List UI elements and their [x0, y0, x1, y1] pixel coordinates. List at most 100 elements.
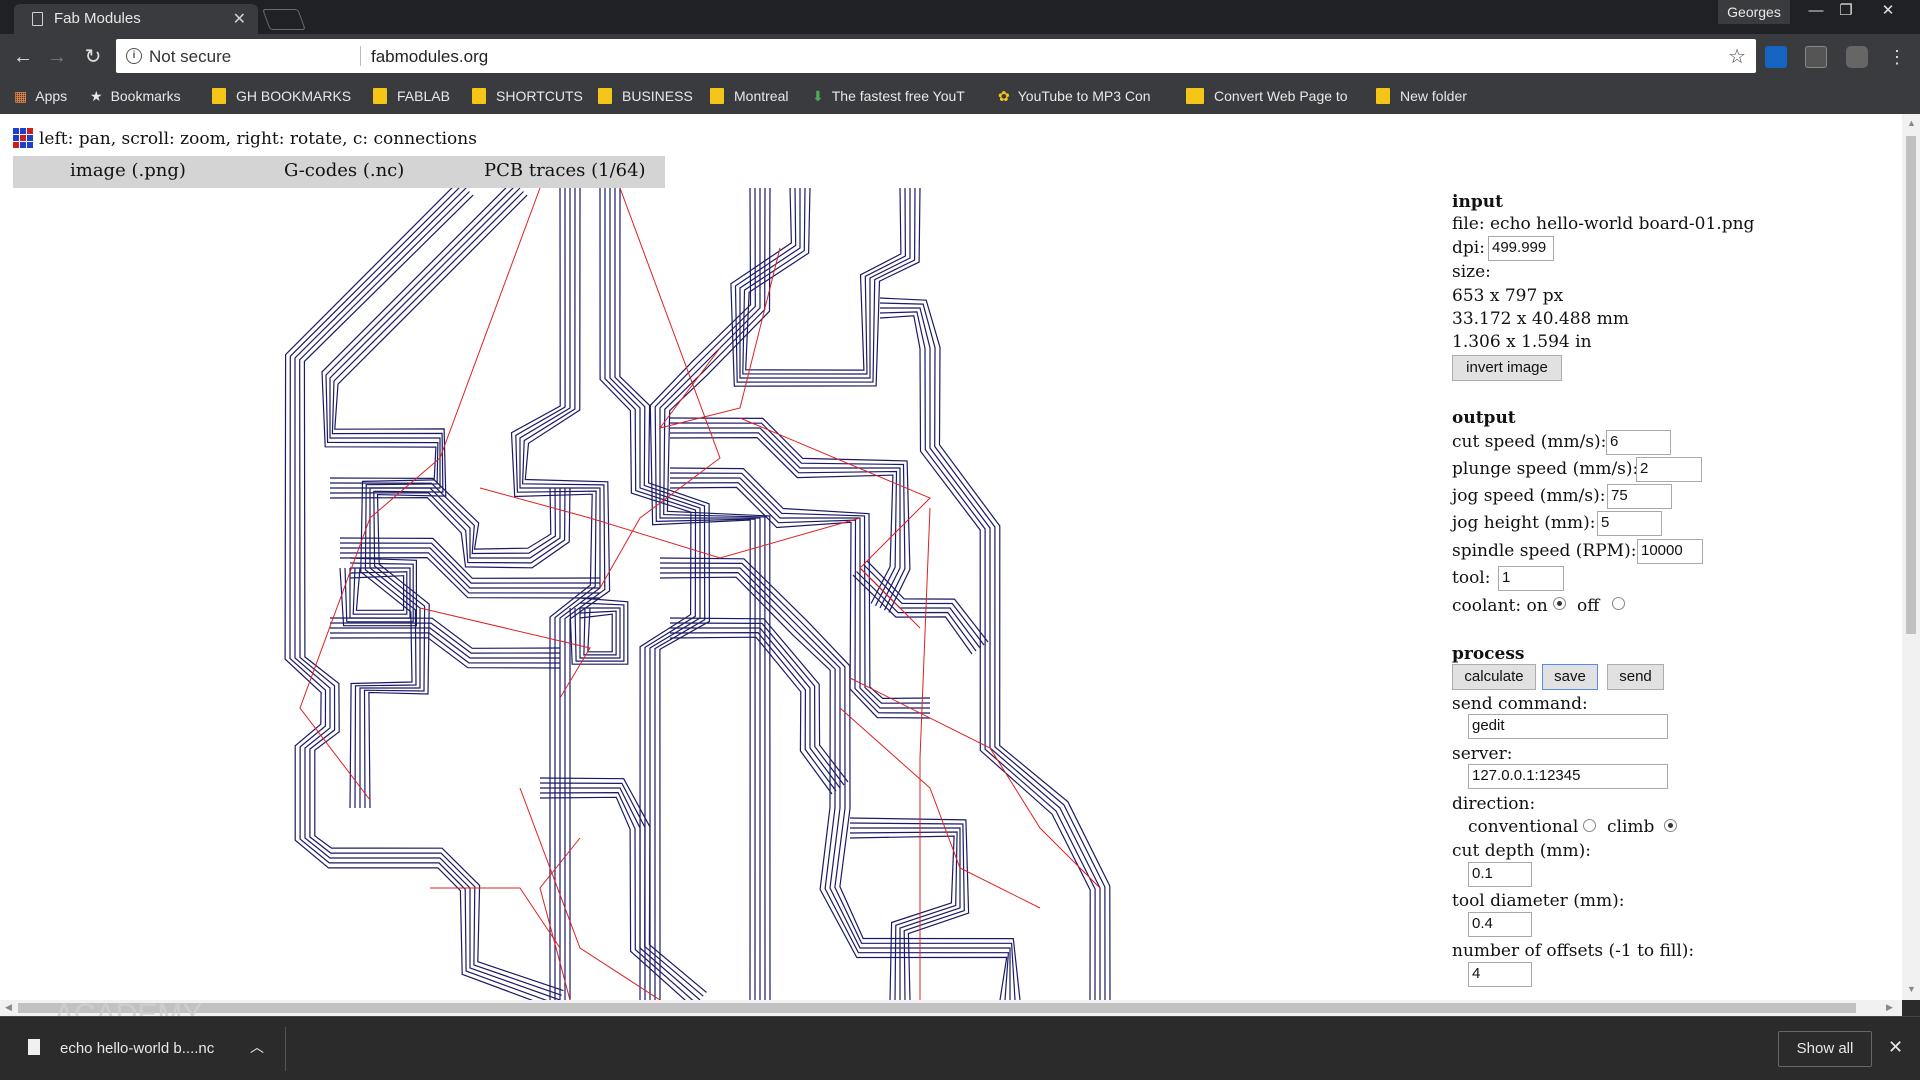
- server-input[interactable]: 127.0.0.1:12345: [1468, 764, 1668, 789]
- coolant-on-radio[interactable]: [1553, 597, 1566, 610]
- send-command-label: send command:: [1452, 694, 1588, 714]
- show-all-button[interactable]: Show all: [1778, 1031, 1872, 1067]
- toolpath-line: [849, 822, 965, 1000]
- send-command-input[interactable]: gedit: [1468, 714, 1668, 739]
- plunge-speed-label: plunge speed (mm/s):: [1452, 459, 1639, 479]
- bookmark-convert-web-page[interactable]: Convert Web Page to: [1186, 88, 1348, 104]
- cut-depth-input[interactable]: 0.1: [1468, 862, 1532, 887]
- tool-input[interactable]: 1: [1498, 566, 1564, 591]
- controls-hint: left: pan, scroll: zoom, right: rotate, …: [13, 128, 477, 149]
- toolpath-line: [284, 188, 534, 1000]
- tool-diameter-input[interactable]: 0.4: [1468, 912, 1532, 937]
- page-icon: [32, 12, 43, 26]
- plunge-speed-input[interactable]: 2: [1636, 457, 1702, 482]
- toolpath-line: [879, 311, 1096, 1000]
- climb-radio[interactable]: [1664, 819, 1677, 832]
- toolpath-line: [730, 188, 921, 387]
- conventional-radio[interactable]: [1583, 819, 1596, 832]
- connection-line: [599, 188, 721, 589]
- new-tab-button[interactable]: [262, 9, 306, 30]
- toolpath-line: [669, 636, 833, 795]
- folder-icon: [710, 88, 724, 104]
- save-button[interactable]: save: [1542, 664, 1598, 690]
- cut-speed-input[interactable]: 6: [1606, 430, 1671, 455]
- calculate-button[interactable]: calculate: [1452, 664, 1536, 690]
- bookmark-bookmarks[interactable]: ★ Bookmarks: [90, 88, 181, 105]
- menu-image-png[interactable]: image (.png): [70, 160, 186, 181]
- bookmark-new-folder[interactable]: New folder: [1376, 88, 1467, 104]
- bookmark-fastest-free-youtube[interactable]: ⬇ The fastest free YouT: [812, 88, 965, 105]
- menu-pcb-traces[interactable]: PCB traces (1/64): [484, 160, 646, 181]
- fab-grid-icon: [13, 128, 33, 148]
- chevron-up-icon[interactable]: ︿: [250, 1037, 264, 1057]
- bookmark-gh-bookmarks[interactable]: GH BOOKMARKS: [212, 88, 351, 104]
- size-in: 1.306 x 1.594 in: [1452, 332, 1592, 352]
- horizontal-scrollbar[interactable]: ◀ ▶: [0, 1000, 1902, 1016]
- download-bar: echo hello-world b....nc ︿ Show all ✕: [0, 1016, 1920, 1080]
- profile-button[interactable]: Georges: [1718, 0, 1790, 24]
- file-name: echo hello-world board-01.png: [1489, 214, 1755, 234]
- toolpath-line: [524, 188, 611, 1000]
- info-icon[interactable]: i: [126, 48, 142, 64]
- bookmark-youtube-mp3[interactable]: ✿ YouTube to MP3 Con: [998, 88, 1151, 105]
- toolpath-viewer[interactable]: [0, 188, 1420, 1000]
- toolpath-line: [734, 188, 916, 383]
- input-heading: input: [1452, 192, 1503, 212]
- connection-line: [430, 887, 561, 949]
- toolpath-line: [294, 188, 561, 1000]
- horizontal-scroll-thumb[interactable]: [18, 1003, 1856, 1013]
- connection-line: [519, 787, 661, 1000]
- bookmark-star-icon[interactable]: ☆: [1728, 44, 1746, 69]
- address-separator: [360, 46, 361, 66]
- conventional-label: conventional: [1468, 817, 1579, 837]
- toolpath-line: [849, 835, 955, 1000]
- jog-height-input[interactable]: 5: [1597, 511, 1662, 536]
- offsets-input[interactable]: 4: [1468, 962, 1532, 987]
- coolant-off-radio[interactable]: [1612, 597, 1625, 610]
- close-download-bar-icon[interactable]: ✕: [1888, 1037, 1903, 1058]
- scroll-down-icon[interactable]: ▼: [1907, 984, 1916, 994]
- reload-icon[interactable]: ↻: [80, 44, 106, 70]
- forward-icon[interactable]: →: [44, 44, 70, 70]
- pdf-extension-icon[interactable]: [1805, 46, 1827, 68]
- menu-gcodes-nc[interactable]: G-codes (.nc): [284, 160, 404, 181]
- toolpath-line: [659, 571, 1010, 1000]
- bookmark-business[interactable]: BUSINESS: [598, 88, 693, 104]
- connection-line: [839, 707, 1041, 909]
- offsets-label: number of offsets (-1 to fill):: [1452, 941, 1695, 961]
- back-icon[interactable]: ←: [10, 44, 36, 70]
- bookmark-montreal[interactable]: Montreal: [710, 88, 788, 104]
- spindle-speed-input[interactable]: 10000: [1637, 539, 1703, 564]
- toolpath-line: [659, 576, 1008, 1000]
- window-close-icon[interactable]: ✕: [1870, 0, 1906, 22]
- download-item[interactable]: echo hello-world b....nc ︿: [0, 1027, 286, 1071]
- scroll-right-icon[interactable]: ▶: [1886, 1002, 1893, 1013]
- invert-image-button[interactable]: invert image: [1452, 355, 1562, 381]
- file-row: file: echo hello-world board-01.png: [1452, 214, 1755, 234]
- scroll-left-icon[interactable]: ◀: [5, 1002, 12, 1013]
- vertical-scrollbar[interactable]: ▲ ▼: [1902, 114, 1920, 1000]
- restore-icon[interactable]: ❐: [1828, 0, 1864, 22]
- analytics-extension-icon[interactable]: [1765, 46, 1787, 68]
- bookmark-fablab[interactable]: FABLAB: [373, 88, 450, 104]
- tab-fab-modules[interactable]: Fab Modules ✕: [14, 4, 258, 34]
- process-heading: process: [1452, 644, 1525, 664]
- bookmark-apps[interactable]: ▦ Apps: [14, 88, 67, 105]
- dpi-input[interactable]: 499.999: [1488, 236, 1554, 261]
- url-text[interactable]: fabmodules.org: [371, 47, 488, 67]
- jog-speed-input[interactable]: 75: [1607, 484, 1672, 509]
- toolpath-line: [579, 607, 617, 656]
- address-bar[interactable]: i Not secure fabmodules.org ☆: [116, 39, 1756, 73]
- download-file-name[interactable]: echo hello-world b....nc: [60, 1040, 214, 1057]
- menu-kebab-icon[interactable]: ⋮: [1884, 44, 1910, 70]
- send-button[interactable]: send: [1607, 664, 1664, 690]
- screenshot-extension-icon[interactable]: [1846, 46, 1868, 68]
- connection-line: [299, 188, 541, 801]
- scroll-up-icon[interactable]: ▲: [1907, 118, 1916, 128]
- tab-close-icon[interactable]: ✕: [233, 9, 246, 29]
- connection-line: [849, 677, 1101, 889]
- vertical-scroll-thumb[interactable]: [1906, 136, 1916, 634]
- bookmark-shortcuts[interactable]: SHORTCUTS: [472, 88, 583, 104]
- security-label[interactable]: Not secure: [149, 47, 231, 67]
- mp3-converter-icon: ✿: [998, 88, 1010, 104]
